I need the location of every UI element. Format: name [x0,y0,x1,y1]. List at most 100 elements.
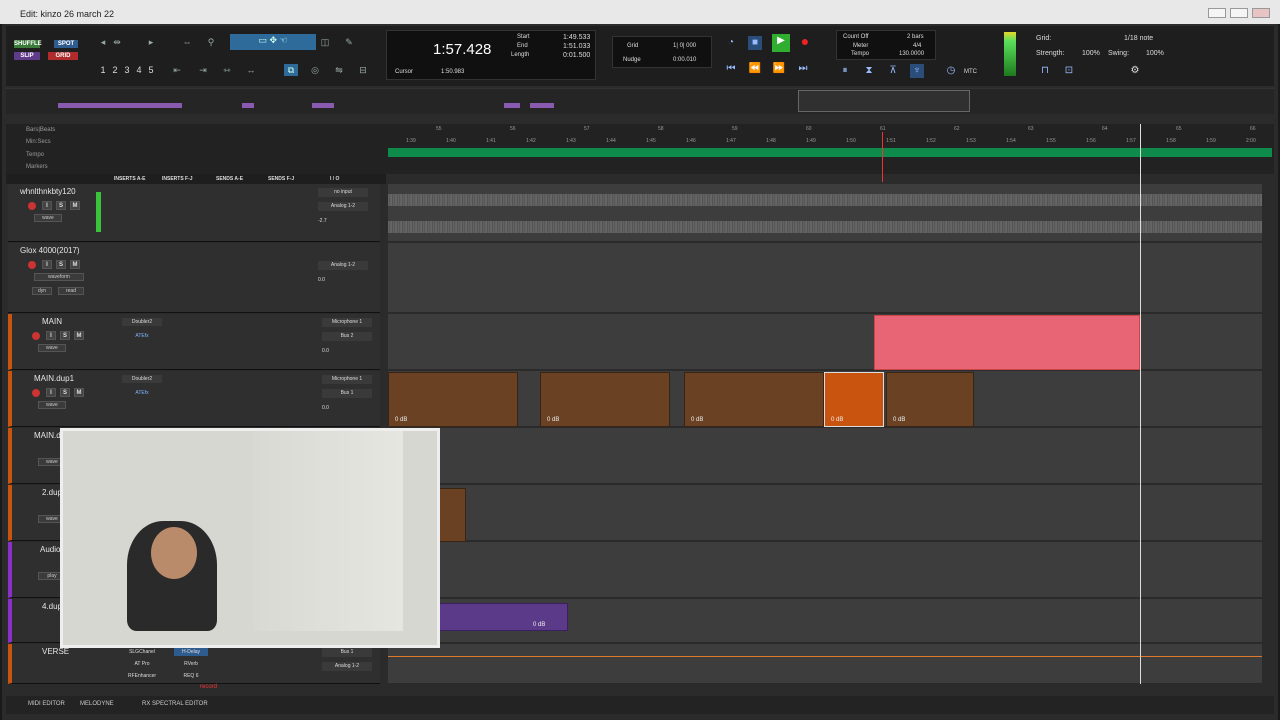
track-lane[interactable] [388,243,1262,313]
conductor-icon[interactable]: ♆ [910,64,924,78]
keyboard-focus-icon[interactable]: ⊟ [356,64,370,76]
insert-slot-b[interactable]: ATEfx [122,389,162,397]
zoom-in-icon[interactable]: ▸ [144,36,158,48]
play-button[interactable]: ▶ [772,34,790,52]
trim-icon[interactable]: ⇿ [220,64,234,76]
track-header[interactable]: MAIN I S M wave Doubler2 ATEfx Microphon… [8,314,380,370]
rx-spectral-editor-tab[interactable]: RX SPECTRAL EDITOR [142,701,208,707]
wait-for-note-icon[interactable]: ⧗ [862,64,876,78]
clip-gain[interactable]: 0 dB [533,622,545,628]
solo-button[interactable]: S [60,388,70,397]
automation-mode[interactable]: read [58,287,84,295]
track-name[interactable]: whnlthnkbty120 [20,187,76,196]
input-monitor-button[interactable]: I [42,201,52,210]
melodyne-tab[interactable]: MELODYNE [80,701,114,707]
input-selector[interactable]: Microphone 1 [322,318,372,327]
insert-slot-c[interactable]: RFEnhancer [122,672,162,680]
volume-value[interactable]: 0.0 [318,277,325,283]
input-monitor-button[interactable]: I [42,260,52,269]
mute-button[interactable]: M [74,388,84,397]
volume-value[interactable]: -2.7 [318,218,327,224]
overview-viewport[interactable] [798,90,970,112]
record-enable-button[interactable] [32,332,40,340]
track-header[interactable]: VERSE SLGChanel AT Pro RFEnhancer H-Dela… [8,644,380,684]
online-icon[interactable]: ◔ [724,36,738,50]
track-view-selector[interactable]: wave [34,214,62,222]
audio-clip[interactable]: 0 dB [684,372,824,427]
stop-button[interactable]: ■ [748,36,762,50]
mute-button[interactable]: M [70,201,80,210]
start-value[interactable]: 1:49.533 [563,34,590,41]
output-selector[interactable]: Bus 1 [322,389,372,398]
selected-audio-clip[interactable]: 0 dB [824,372,884,427]
track-name[interactable]: VERSE [42,647,69,656]
metronome-icon[interactable]: ⊼ [886,64,900,78]
meter-value[interactable]: 4/4 [913,43,921,49]
midi-grid-note[interactable]: 1/18 note [1124,35,1153,42]
clip-gain[interactable]: 0 dB [547,417,559,423]
fast-forward-icon[interactable]: ⏩ [772,62,786,76]
track-header[interactable]: whnlthnkbty120 I S M wave no input Analo… [8,184,380,242]
insert-slot-h[interactable]: REQ 6 [174,672,208,680]
audio-clip[interactable] [874,315,1140,370]
input-monitor-button[interactable]: I [46,388,56,397]
clip-gain[interactable]: 0 dB [831,417,843,423]
midi-merge-icon[interactable]: ⏸ [838,64,852,78]
track-name[interactable]: Glox 4000(2017) [20,246,80,255]
midi-editor-tab[interactable]: MIDI EDITOR [28,701,65,707]
track-name[interactable]: MAIN [42,317,62,326]
output-selector[interactable]: Analog 1-2 [318,261,368,270]
maximize-button[interactable] [1230,8,1248,18]
track-view-selector[interactable]: waveform [34,273,84,281]
slip-mode-button[interactable]: SLIP [14,52,40,60]
grid-mode-button[interactable]: GRID [48,52,78,60]
mute-button[interactable]: M [74,331,84,340]
pre-post-roll-icon[interactable]: ◷ [944,64,958,78]
track-lane[interactable] [388,542,1262,598]
settings-gear-icon[interactable]: ⚙ [1128,64,1142,78]
track-header[interactable]: MAIN.dup1 I S M wave Doubler2 ATEfx Micr… [8,371,380,427]
clip-gain[interactable]: 0 dB [691,417,703,423]
minimize-button[interactable] [1208,8,1226,18]
nudge-center-icon[interactable]: ⇥ [196,64,210,76]
audio-clip[interactable]: 0 dB [886,372,974,427]
output-selector[interactable]: Analog 1-2 [318,202,368,211]
quantize-icon[interactable]: ⊓ [1038,64,1052,78]
audio-clip[interactable]: 0 dB [436,603,568,631]
zoom-preset-5[interactable]: 5 [144,64,158,76]
nudge-value[interactable]: 0:00.010 [673,57,696,63]
input-quantize-icon[interactable]: ⊡ [1062,64,1076,78]
fit-icon[interactable]: ↔ [244,64,258,76]
input-selector[interactable]: no input [318,188,368,197]
zoom-toggle-icon[interactable]: ⇹ [110,36,124,48]
input-selector[interactable]: Microphone 1 [322,375,372,384]
insert-slot-a[interactable]: Doubler2 [122,318,162,326]
audio-clip[interactable]: 0 dB [540,372,670,427]
track-name[interactable]: MAIN.dup1 [34,374,74,383]
mirror-icon[interactable]: ⇋ [332,64,346,76]
insert-slot-b[interactable]: ATEfx [122,332,162,340]
grid-value[interactable]: 1| 0| 000 [673,43,696,49]
output-selector[interactable]: Bus 2 [322,332,372,341]
audio-clip[interactable]: 0 dB [388,372,518,427]
end-value[interactable]: 1:51.033 [563,43,590,50]
track-view-selector[interactable]: wave [38,401,66,409]
mtc-button[interactable]: MTC [964,69,977,75]
link-timeline-icon[interactable]: ⧉ [284,64,298,76]
count-off-label[interactable]: Count Off [843,34,869,40]
close-button[interactable] [1252,8,1270,18]
return-to-zero-icon[interactable]: ⏮ [724,62,738,76]
record-enable-button[interactable] [28,202,36,210]
volume-automation-line[interactable] [388,656,1262,657]
smart-tool-icon[interactable]: ▭ ✥ ☜ [230,34,316,50]
insert-slot-g[interactable]: RVerb [174,660,208,668]
track-lane[interactable] [388,184,1262,242]
volume-value[interactable]: 0.0 [322,405,329,411]
nudge-left-icon[interactable]: ⇤ [170,64,184,76]
track-lane[interactable] [388,485,1262,541]
record-enable-button[interactable] [32,389,40,397]
scrubber-tool-icon[interactable]: ◫ [318,36,332,48]
length-value[interactable]: 0:01.500 [563,52,590,59]
track-lane[interactable] [388,644,1262,684]
mute-button[interactable]: M [70,260,80,269]
